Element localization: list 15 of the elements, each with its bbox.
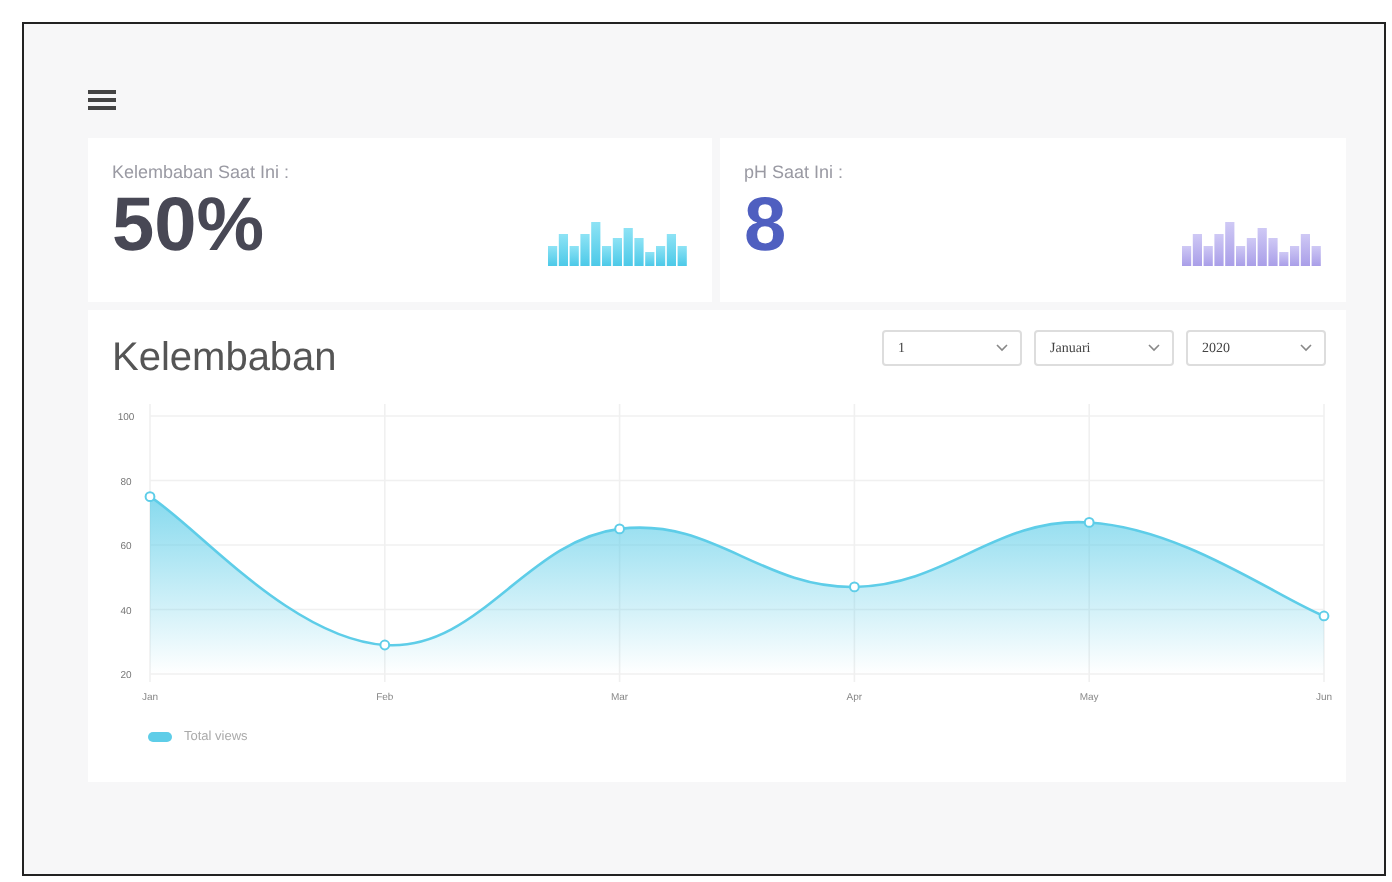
stat-value: 50% <box>112 186 265 266</box>
chevron-icon <box>996 344 1008 352</box>
chart-title: Kelembaban <box>112 336 337 382</box>
menu-icon[interactable] <box>88 90 116 110</box>
chevron-icon <box>1148 344 1160 352</box>
stat-label: Kelembaban Saat Ini : <box>112 162 290 182</box>
chart-point <box>144 491 156 503</box>
chart-point <box>849 581 860 593</box>
chart-point <box>1318 610 1330 622</box>
stat-value: 8 <box>744 186 787 266</box>
stat-label: pH Saat Ini : <box>744 162 844 182</box>
chart-point <box>379 639 391 651</box>
chart-point <box>1083 517 1095 528</box>
chevron-icon <box>1300 344 1312 352</box>
chart-point <box>614 523 625 535</box>
